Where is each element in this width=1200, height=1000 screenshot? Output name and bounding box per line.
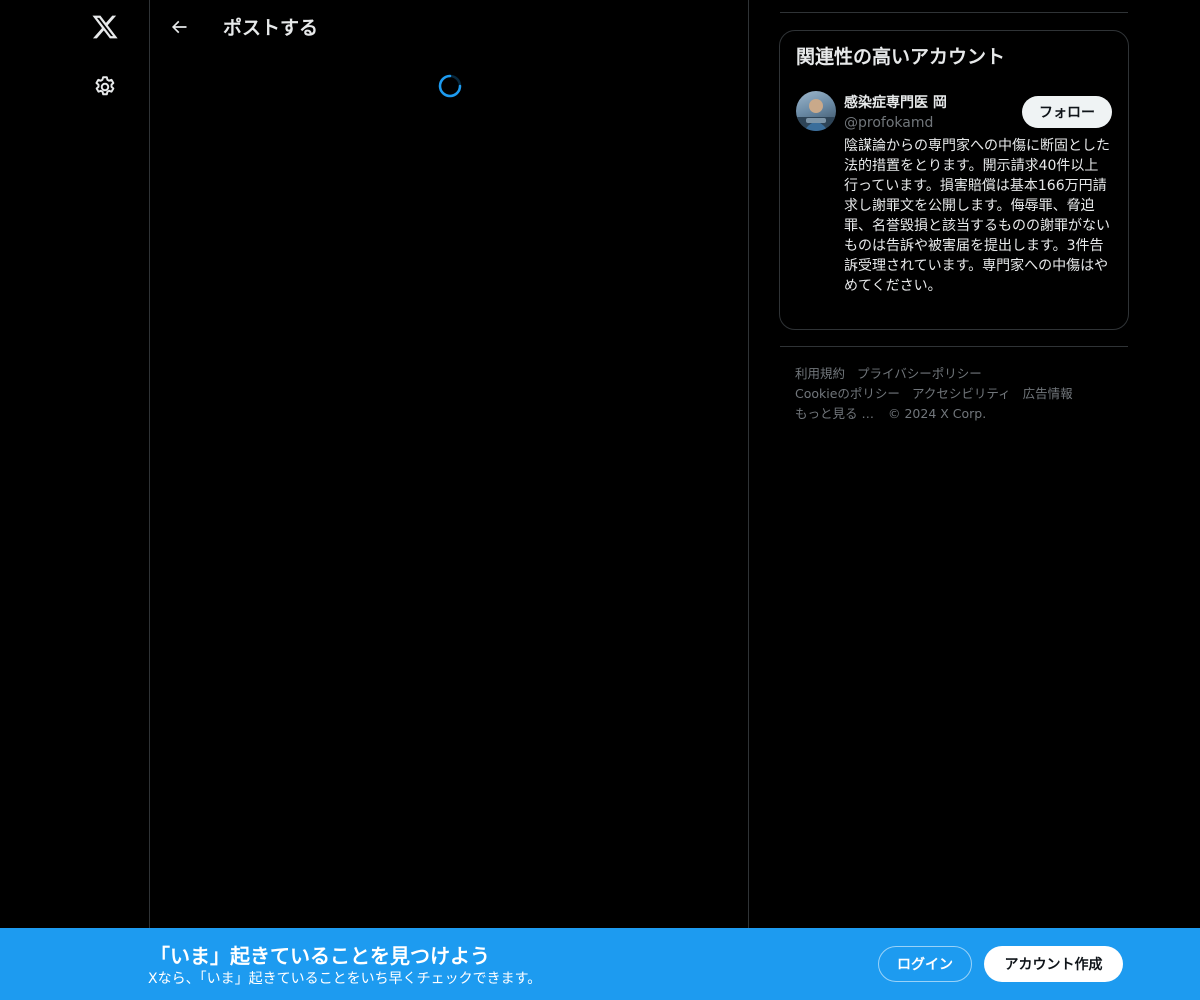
back-button[interactable] [166, 14, 192, 40]
cookie-link[interactable]: Cookieのポリシー [795, 384, 900, 404]
x-logo-icon[interactable] [90, 12, 120, 42]
more-link[interactable]: もっと見る … [795, 404, 874, 424]
divider [780, 346, 1128, 347]
copyright: © 2024 X Corp. [887, 406, 987, 421]
account-handle[interactable]: @profokamd [844, 115, 933, 131]
account-bio: 陰謀論からの専門家への中傷に断固とした法的措置をとります。開示請求40件以上行っ… [844, 138, 1110, 294]
terms-link[interactable]: 利用規約 [795, 364, 845, 384]
banner-title: 「いま」起きていることを見つけよう [150, 944, 490, 968]
create-account-button[interactable]: アカウント作成 [984, 946, 1123, 982]
banner-subtitle: Xなら、「いま」起きていることをいち早くチェックできます。 [148, 971, 542, 987]
avatar[interactable] [796, 91, 836, 131]
page-title: ポストする [223, 17, 319, 39]
main-column: ポストする [149, 0, 749, 1000]
account-name[interactable]: 感染症専門医 岡 [844, 92, 947, 112]
relevant-accounts-title: 関連性の高いアカウント [796, 46, 1006, 68]
divider [780, 12, 1128, 13]
arrow-left-icon [171, 20, 187, 34]
gear-icon[interactable] [92, 74, 118, 100]
footer-links: 利用規約 プライバシーポリシー Cookieのポリシー アクセシビリティ 広告情… [795, 364, 1115, 424]
spinner-icon [438, 74, 462, 98]
privacy-link[interactable]: プライバシーポリシー [857, 364, 982, 384]
signup-banner: 「いま」起きていることを見つけよう Xなら、「いま」起きていることをいち早くチェ… [0, 928, 1200, 1000]
login-button[interactable]: ログイン [878, 946, 972, 982]
accessibility-link[interactable]: アクセシビリティ [912, 384, 1011, 404]
follow-button[interactable]: フォロー [1022, 96, 1112, 128]
ads-link[interactable]: 広告情報 [1023, 384, 1073, 404]
relevant-accounts-card: 関連性の高いアカウント 感染症専門医 岡 @profokamd フォロー 陰謀論… [779, 30, 1129, 330]
